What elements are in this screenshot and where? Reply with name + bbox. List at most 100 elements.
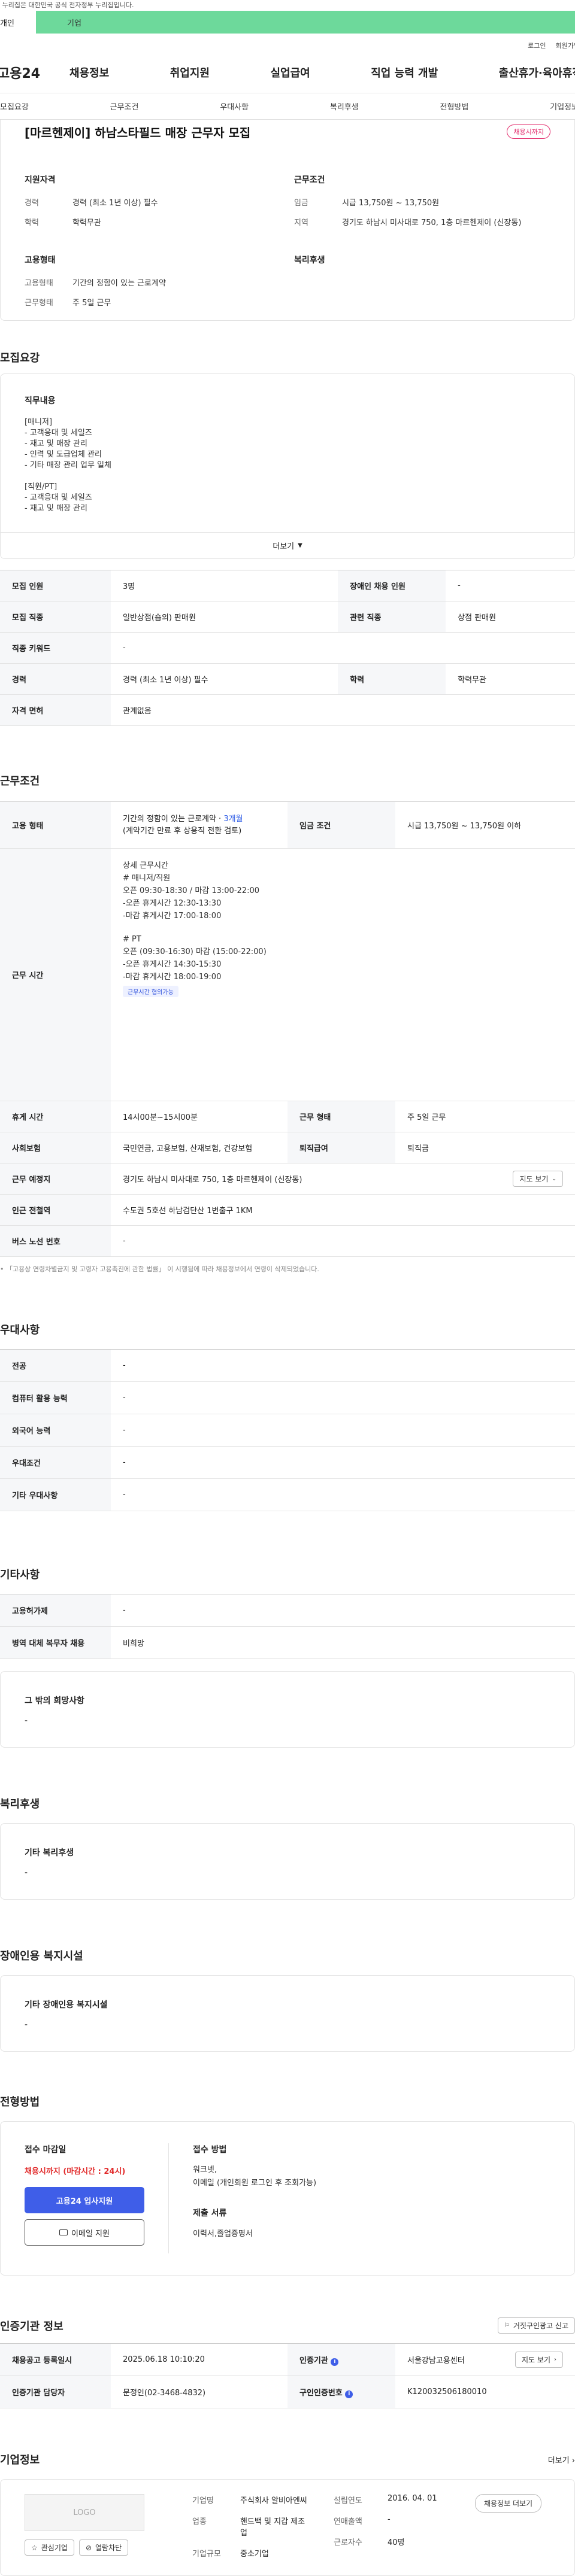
global-navigation: 고용24 채용정보 취업지원 실업급여 직업 능력 개발 출산휴가·육아휴직	[0, 51, 575, 93]
text-line: -오픈 휴게시간 14:30-15:30	[123, 960, 222, 969]
favorite-company-button[interactable]: ☆ 관심기업	[25, 2539, 74, 2556]
section-anchor-nav: 모집요강 근무조건 우대사항 복리후생 전형방법 기업정보	[0, 93, 575, 120]
anchor-company[interactable]: 기업정보	[550, 101, 575, 112]
block-view-button[interactable]: ⊘ 열람차단	[78, 2539, 129, 2556]
utility-links: 로그인 회원가입	[0, 41, 575, 51]
employment-title: 고용형태	[25, 256, 56, 265]
text-line: 오픈 (09:30-16:30) 마감 (15:00-22:00)	[123, 947, 267, 956]
table-row: 경력 경력 (최소 1년 이상) 필수 학력 학력무관	[0, 663, 575, 695]
table-row: 인근 전철역 수도권 5호선 하남검단산 1번출구 1KM	[0, 1194, 575, 1226]
star-icon: ☆	[31, 2543, 38, 2552]
company-jobs-button[interactable]: 채용정보 더보기	[475, 2494, 542, 2513]
email-apply-button[interactable]: 이메일 지원	[25, 2219, 144, 2246]
login-link[interactable]: 로그인	[528, 41, 546, 51]
government-notice: 이 누리집은 대한민국 공식 전자정부 누리집입니다.	[0, 0, 575, 11]
founded-value: 2016. 04. 01	[388, 2494, 437, 2503]
site-logo[interactable]: 고용24	[0, 63, 69, 82]
preference-section-title: 우대사항	[0, 1324, 40, 1336]
employment-type-value: 기간의 정함이 있는 근로계약	[72, 279, 166, 288]
apply-button[interactable]: 고용24 입사지원	[25, 2187, 144, 2213]
deadline-badge: 채용시까지	[507, 124, 550, 139]
table-row: 고용허가제 -	[0, 1594, 575, 1627]
text-line: -마감 휴게시간 18:00-19:00	[123, 973, 222, 982]
gnb-training[interactable]: 직업 능력 개발	[371, 65, 438, 80]
chevron-down-icon: ▼	[298, 542, 302, 549]
benefit-section: 복리후생 기타 복리후생 -	[0, 1796, 575, 1900]
table-row: 모집 직종 일반상점(숍의) 판매원 관련 직종 상점 판매원	[0, 601, 575, 633]
age-footnote: • 「고용상 연령차별금지 및 고령자 고용촉진에 관한 법률」 이 시행됨에 …	[0, 1265, 319, 1273]
flag-icon: ⚐	[504, 2322, 510, 2329]
text-line: 오픈 09:30-18:30 / 마감 13:00-22:00	[123, 886, 259, 895]
table-row: 휴게 시간 14시00분~15시00분 근무 형태 주 5일 근무	[0, 1101, 575, 1132]
anchor-work[interactable]: 근무조건	[110, 101, 139, 112]
agency-map-button[interactable]: 지도 보기 ›	[515, 2352, 563, 2368]
duty-content: [매니저] - 고객응대 및 세일즈 - 재고 및 매장 관리 - 인력 및 도급업체…	[25, 417, 550, 514]
text-line: -마감 휴게시간 17:00-18:00	[123, 912, 222, 921]
table-row: 고용 형태 기간의 정함이 있는 근로계약 · 3개월 (계약기간 만료 후 상용…	[0, 801, 575, 849]
company-more-link[interactable]: 더보기 ›	[548, 2454, 575, 2465]
recruit-section-title: 모집요강	[0, 352, 40, 364]
more-button[interactable]: 더보기 ▼	[1, 532, 574, 558]
text-line	[123, 922, 563, 933]
anchor-pref[interactable]: 우대사항	[220, 101, 249, 112]
work-section: 근무조건 고용 형태 기간의 정함이 있는 근로계약 · 3개월 (계약기간 만료…	[0, 773, 575, 1274]
text-line	[25, 471, 550, 482]
anchor-recruit[interactable]: 모집요강	[0, 101, 29, 112]
employees-value: 40명	[388, 2538, 405, 2547]
member-type-tabs: 개인 기업	[0, 11, 575, 34]
contract-period-link[interactable]: 3개월	[223, 815, 243, 824]
duty-title: 직무내용	[25, 396, 56, 406]
info-icon[interactable]: i	[345, 2390, 353, 2398]
benefit-section-title: 복리후생	[0, 1798, 40, 1811]
company-section: 기업정보 더보기 › LOGO ☆ 관심기업 ⊘ 열람차단 기업명 주식회사 알비아엔…	[0, 2452, 575, 2576]
qualification-title: 지원자격	[25, 175, 56, 185]
disabled-facility-section: 장애인용 복지시설 기타 장애인용 복지시설 -	[0, 1948, 575, 2052]
preference-table: 전공 - 컴퓨터 활용 능력 - 외국어 능력 - 우대조건 - 기타 우대사항 -	[0, 1349, 575, 1511]
text-line: - 재고 및 매장 관리	[25, 439, 87, 448]
conditions-title: 근무조건	[294, 175, 325, 185]
benefit-card: 기타 복리후생 -	[0, 1823, 575, 1900]
table-row: 모집 인원 3명 장애인 채용 인원 -	[0, 570, 575, 602]
join-link[interactable]: 회원가입	[556, 41, 575, 51]
disabled-facility-card: 기타 장애인용 복지시설 -	[0, 1975, 575, 2052]
info-icon[interactable]: i	[331, 2358, 339, 2366]
mail-icon	[59, 2229, 68, 2235]
table-row: 근무 시간 상세 근무시간 # 매니저/직원 오픈 09:30-18:30 / 마감…	[0, 848, 575, 1101]
chevron-right-icon: ›	[571, 2456, 575, 2465]
revenue-value: -	[388, 2515, 391, 2524]
work-place-value: 경기도 하남시 미사대로 750, 1층 마르헨제이 (신장동)	[123, 1175, 302, 1184]
table-row: 근무 예정지 경기도 하남시 미사대로 750, 1층 마르헨제이 (신장동) 지…	[0, 1163, 575, 1195]
etc-section-title: 기타사항	[0, 1569, 40, 1581]
map-button[interactable]: 지도 보기 ⌄	[513, 1171, 563, 1187]
text-line: - 재고 및 매장 관리	[25, 504, 87, 513]
agency-table: 채용공고 등록일시 2025.06.18 10:10:20 인증기관 i 서울강…	[0, 2343, 575, 2408]
text-line: [직원/PT]	[25, 482, 58, 491]
table-row: 자격 면허 관계없음	[0, 694, 575, 726]
gnb-support[interactable]: 취업지원	[170, 65, 210, 80]
bullet-icon: •	[0, 1265, 6, 1273]
etc-section: 기타사항 고용허가제 - 병역 대체 복무자 채용 비희망 그 밖의 희망사항 -	[0, 1566, 575, 1748]
table-row: 우대조건 -	[0, 1446, 575, 1479]
industry-value: 핸드백 및 지갑 제조업	[240, 2517, 305, 2538]
gnb-leave[interactable]: 출산휴가·육아휴직	[499, 65, 575, 80]
work-table: 고용 형태 기간의 정함이 있는 근로계약 · 3개월 (계약기간 만료 후 상용…	[0, 801, 575, 1257]
table-row: 기타 우대사항 -	[0, 1478, 575, 1511]
career-value: 경력 (최소 1년 이상) 필수	[72, 199, 158, 208]
agency-section-title: 인증기관 정보	[0, 2320, 63, 2333]
tab-company[interactable]: 기업	[60, 11, 89, 34]
anchor-welfare[interactable]: 복리후생	[330, 101, 359, 112]
text-line: -오픈 휴게시간 12:30-13:30	[123, 899, 222, 908]
report-fake-ad-button[interactable]: ⚐ 거짓구인광고 신고	[497, 2317, 575, 2334]
company-logo-placeholder: LOGO	[25, 2494, 144, 2531]
hours-negotiable-tag: 근무시간 협의가능	[123, 986, 178, 997]
gnb-jobs[interactable]: 채용정보	[69, 65, 109, 80]
tab-personal[interactable]: 개인	[0, 11, 36, 34]
company-size-value: 중소기업	[240, 2550, 269, 2559]
recruit-section: 모집요강 직무내용 [매니저] - 고객응대 및 세일즈 - 재고 및 매장 관리 -…	[0, 350, 575, 726]
gnb-unemployment[interactable]: 실업급여	[271, 65, 310, 80]
work-type-value: 주 5일 근무	[72, 299, 111, 308]
selection-card: 접수 마감일 채용시까지 (마감시간 : 24시) 고용24 입사지원 이메일 …	[0, 2121, 575, 2276]
text-line: # PT	[123, 935, 141, 944]
anchor-selection[interactable]: 전형방법	[440, 101, 469, 112]
table-row: 직종 키워드 -	[0, 632, 575, 664]
